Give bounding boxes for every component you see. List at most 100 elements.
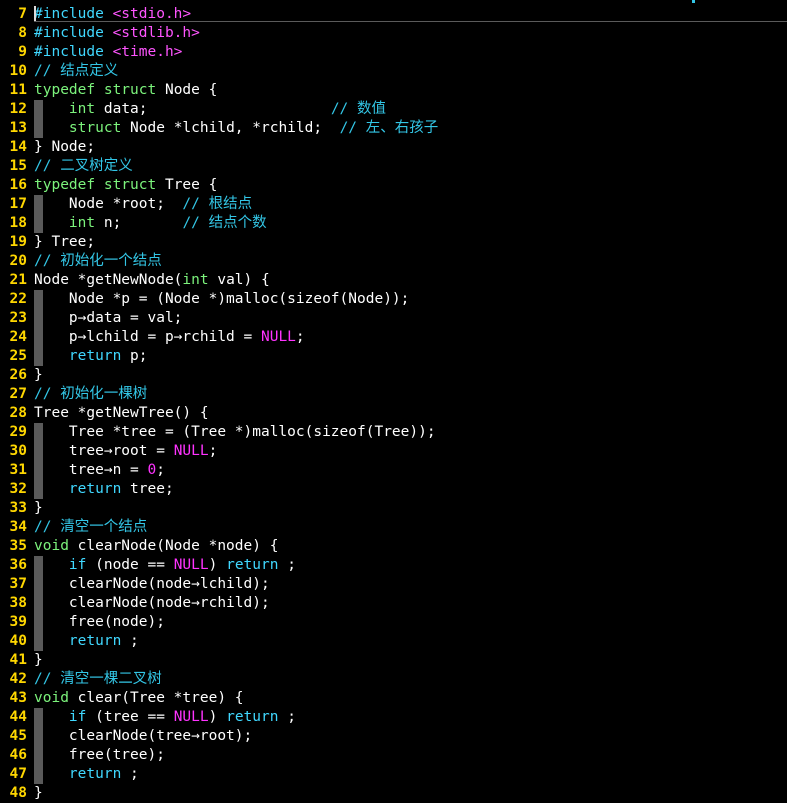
code-line[interactable]: 16 typedef struct Tree {: [0, 176, 787, 195]
code-line[interactable]: 22 Node *p = (Node *)malloc(sizeof(Node)…: [0, 290, 787, 309]
code-line[interactable]: 15 // 二叉树定义: [0, 157, 787, 176]
code-token: <stdlib.h>: [112, 25, 200, 41]
code-token: } Tree;: [34, 234, 96, 250]
code-token: struct: [68, 120, 122, 136]
line-number: 18: [9, 215, 27, 231]
line-number: 10: [9, 63, 27, 79]
code-line[interactable]: 11 typedef struct Node {: [0, 81, 787, 100]
code-token: }: [34, 785, 43, 801]
code-line[interactable]: 38 clearNode(node→rchild);: [0, 594, 787, 613]
code-token: ;: [295, 329, 305, 345]
code-line[interactable]: 48}: [0, 784, 787, 803]
code-line[interactable]: 23 p→data = val;: [0, 309, 787, 328]
code-token: tree→n =: [34, 462, 148, 478]
code-token: if: [68, 709, 87, 725]
line-number: 11: [9, 82, 27, 98]
code-line[interactable]: 30 tree→root = NULL;: [0, 442, 787, 461]
code-token: <stdio.h>: [112, 6, 192, 22]
line-number: 42: [9, 671, 27, 687]
code-text: return tree;: [34, 480, 174, 499]
code-token: }: [34, 367, 43, 383]
code-line[interactable]: 14} Node;: [0, 138, 787, 157]
code-token: int: [182, 272, 209, 288]
code-line[interactable]: 34 // 清空一个结点: [0, 518, 787, 537]
line-number: 28: [9, 405, 27, 421]
line-number: 46: [9, 747, 27, 763]
code-token: NULL: [173, 557, 209, 573]
code-line[interactable]: 44 if (tree == NULL) return ;: [0, 708, 787, 727]
code-line[interactable]: 43 void clear(Tree *tree) {: [0, 689, 787, 708]
code-line[interactable]: 32 return tree;: [0, 480, 787, 499]
code-line[interactable]: 20 // 初始化一个结点: [0, 252, 787, 271]
code-line[interactable]: 19} Tree;: [0, 233, 787, 252]
line-number: 32: [9, 481, 27, 497]
code-line[interactable]: 12 int data; // 数值: [0, 100, 787, 119]
code-line[interactable]: 41}: [0, 651, 787, 670]
line-number: 34: [9, 519, 27, 535]
code-line[interactable]: 13 struct Node *lchild, *rchild; // 左、右孩…: [0, 119, 787, 138]
code-line[interactable]: 9 #include <time.h>: [0, 43, 787, 62]
code-line[interactable]: 47 return ;: [0, 765, 787, 784]
code-token: Node *root;: [34, 196, 183, 212]
code-line[interactable]: 35 void clearNode(Node *node) {: [0, 537, 787, 556]
line-number: 43: [9, 690, 27, 706]
code-token: return: [68, 481, 122, 497]
code-line[interactable]: 29 Tree *tree = (Tree *)malloc(sizeof(Tr…: [0, 423, 787, 442]
code-token: // 二叉树定义: [34, 158, 133, 174]
code-text: Node *getNewNode(int val) {: [34, 271, 270, 290]
code-text: if (node == NULL) return ;: [34, 556, 296, 575]
code-token: Node *lchild, *rchild;: [121, 120, 340, 136]
code-line[interactable]: 37 clearNode(node→lchild);: [0, 575, 787, 594]
code-text: typedef struct Tree {: [34, 176, 217, 195]
code-line[interactable]: 39 free(node);: [0, 613, 787, 632]
code-line[interactable]: 33}: [0, 499, 787, 518]
code-line[interactable]: 40 return ;: [0, 632, 787, 651]
code-text: // 清空一棵二叉树: [34, 670, 162, 689]
code-line[interactable]: 36 if (node == NULL) return ;: [0, 556, 787, 575]
line-number: 26: [9, 367, 27, 383]
code-line[interactable]: 21 Node *getNewNode(int val) {: [0, 271, 787, 290]
code-token: // 清空一棵二叉树: [34, 671, 162, 687]
code-line[interactable]: 45 clearNode(tree→root);: [0, 727, 787, 746]
code-line[interactable]: 10 // 结点定义: [0, 62, 787, 81]
code-line[interactable]: 17 Node *root; // 根结点: [0, 195, 787, 214]
code-token: p→lchild = p→rchild =: [34, 329, 261, 345]
code-token: ;: [156, 462, 165, 478]
code-editor[interactable]: 7 #include <stdio.h> 8 #include <stdlib.h> 9…: [0, 0, 787, 803]
code-text: // 初始化一棵树: [34, 385, 147, 404]
code-text: #include <stdio.h>: [34, 5, 191, 24]
code-token: Node {: [156, 82, 218, 98]
line-number: 20: [9, 253, 27, 269]
code-line[interactable]: 46 free(tree);: [0, 746, 787, 765]
code-token: // 结点个数: [182, 215, 267, 231]
code-token: // 根结点: [182, 196, 253, 212]
code-token: 0: [147, 462, 157, 478]
code-line[interactable]: 24 p→lchild = p→rchild = NULL;: [0, 328, 787, 347]
code-token: // 数值: [330, 101, 387, 117]
line-number: 27: [9, 386, 27, 402]
line-number: 31: [9, 462, 27, 478]
code-token: #include: [34, 25, 104, 41]
code-line[interactable]: 7 #include <stdio.h>: [0, 5, 787, 24]
code-token: n;: [95, 215, 183, 231]
code-line[interactable]: 42 // 清空一棵二叉树: [0, 670, 787, 689]
code-line[interactable]: 27 // 初始化一棵树: [0, 385, 787, 404]
code-line[interactable]: 26}: [0, 366, 787, 385]
code-token: tree→root =: [34, 443, 174, 459]
code-line[interactable]: 28 Tree *getNewTree() {: [0, 404, 787, 423]
line-number: 17: [9, 196, 27, 212]
code-line[interactable]: 25 return p;: [0, 347, 787, 366]
code-token: return: [68, 633, 122, 649]
code-token: return: [226, 709, 279, 725]
code-text: tree→root = NULL;: [34, 442, 217, 461]
code-line[interactable]: 31 tree→n = 0;: [0, 461, 787, 480]
code-text: free(node);: [34, 613, 165, 632]
code-line[interactable]: 18 int n; // 结点个数: [0, 214, 787, 233]
code-token: p;: [121, 348, 148, 364]
code-line[interactable]: 8 #include <stdlib.h>: [0, 24, 787, 43]
